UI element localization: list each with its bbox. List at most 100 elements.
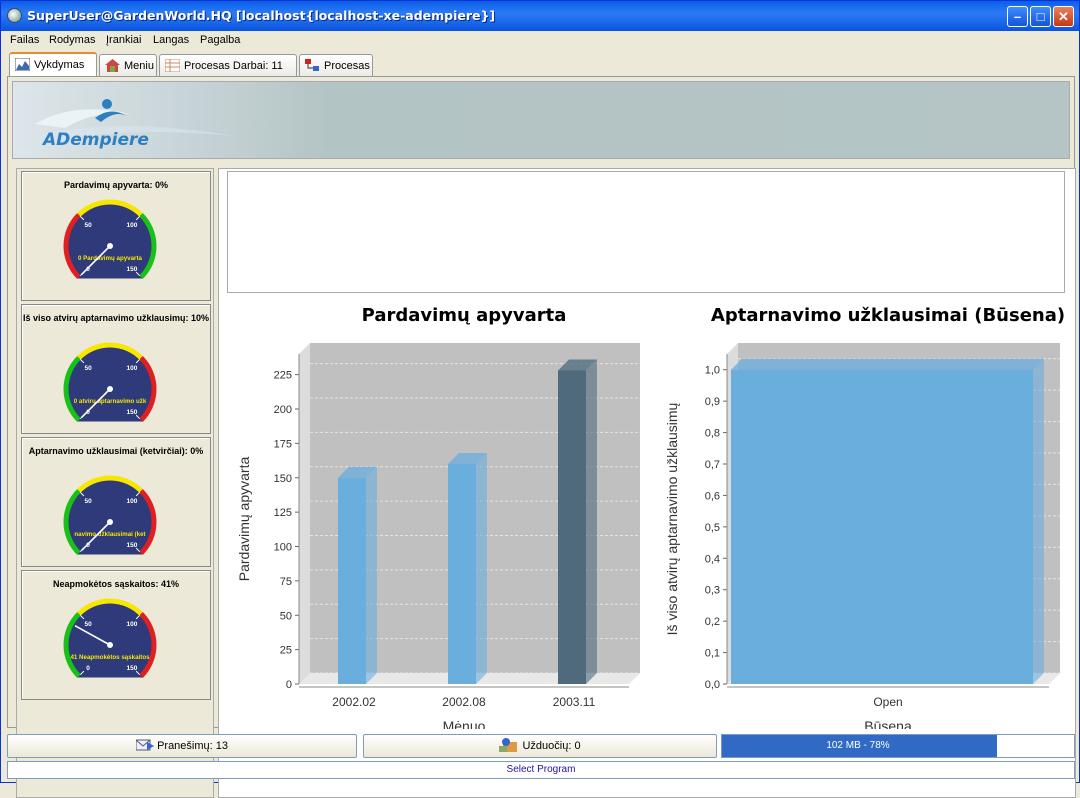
x-tick-label: Open — [873, 695, 902, 709]
status-bar: Pranešimų: 13 Užduočių: 0 102 MB - 78% — [7, 734, 1075, 758]
y-tick-label: 150 — [274, 473, 292, 485]
y-tick-label: 0,9 — [705, 396, 720, 408]
gauge-tick-label: 100 — [126, 621, 137, 628]
gauge-dial: 050 1001500 Pardavimų apyvarta — [63, 199, 157, 279]
bar-side — [1033, 358, 1044, 684]
chart-title: Pardavimų apyvarta — [362, 305, 567, 326]
menu-window[interactable]: Langas — [153, 34, 189, 46]
menu-file[interactable]: Failas — [10, 34, 39, 46]
tab-process-jobs[interactable]: Procesas Darbai: 11 — [159, 54, 297, 76]
menu-bar: Failas Rodymas Įrankiai Langas Pagalba — [1, 31, 1079, 51]
gauge-title: Pardavimų apyvarta: 0% — [63, 180, 169, 190]
gauge-tick-label: 150 — [126, 542, 137, 549]
gauge-pivot — [107, 642, 113, 648]
performance-panel: ADempiere Pardavimų apyvarta: 0% 0 50 100 15… — [7, 76, 1076, 798]
workflow-icon — [305, 59, 319, 71]
charts-canvas: Pardavimų apyvarta 0 25 50 75 100 125 150 175 200… — [236, 305, 1065, 729]
y-tick-label: 75 — [280, 576, 292, 588]
gauge-tick-label: 150 — [126, 266, 137, 273]
tasks-button[interactable]: Užduočių: 0 — [363, 734, 717, 758]
gauge-face — [64, 343, 156, 422]
gauge-pivot — [107, 519, 113, 525]
gauge-dial: 050 1001500 atvirų aptarnavimo užk — [63, 342, 157, 422]
tab-strip: Vykdymas Meniu Procesas Darbai: 11 Proce… — [7, 52, 1077, 77]
title-bar[interactable]: SuperUser@GardenWorld.HQ [localhost{loca… — [1, 1, 1079, 31]
gauge-face — [64, 476, 156, 555]
gauge-value-label: navimo užklausimai (ket — [74, 531, 145, 538]
app-window: SuperUser@GardenWorld.HQ [localhost{loca… — [0, 0, 1080, 798]
y-tick-label: 100 — [274, 542, 292, 554]
bar[interactable] — [338, 477, 366, 684]
gauge-card[interactable]: Iš viso atvirų aptarnavimo užklausimų: 1… — [21, 304, 211, 434]
maximize-button[interactable]: □ — [1030, 6, 1051, 27]
tasks-icon — [499, 738, 518, 752]
status-line: Select Program — [7, 761, 1075, 779]
banner: ADempiere — [12, 81, 1070, 159]
gauge-title: Aptarnavimo užklausimai (ketvirčiai): 0% — [28, 446, 204, 456]
envelope-icon — [135, 739, 154, 751]
y-tick-label: 25 — [280, 645, 292, 657]
app-icon[interactable] — [7, 8, 22, 23]
bar-top — [731, 358, 1044, 370]
chart-title: Aptarnavimo užklausimai (Būsena) — [711, 305, 1065, 326]
gauge-dial: 0 50 100 150 41 Neapmokėtos sąskaitos — [63, 598, 157, 678]
tab-label: Vykdymas — [34, 59, 85, 71]
gauge-value-label: 41 Neapmokėtos sąskaitos — [70, 654, 150, 661]
messages-label: Pranešimų: 13 — [157, 740, 228, 752]
gauge-tick-label: 150 — [126, 409, 137, 416]
close-button[interactable]: ✕ — [1053, 6, 1074, 27]
chart-icon — [15, 58, 30, 71]
y-tick-label: 0,3 — [705, 585, 720, 597]
y-tick-label: 225 — [274, 370, 292, 382]
bar[interactable] — [731, 369, 1033, 684]
tab-menu[interactable]: Meniu — [99, 54, 157, 76]
gauge-tick-label: 50 — [84, 621, 92, 628]
y-axis-label: Iš viso atvirų aptarnavimo užklausimų — [664, 402, 680, 635]
gauge-card[interactable]: Neapmokėtos sąskaitos: 41% 0 50 100 150 41 Ne… — [21, 570, 211, 700]
memory-bar[interactable]: 102 MB - 78% — [721, 734, 1075, 758]
minimize-button[interactable]: – — [1007, 6, 1028, 27]
y-tick-label: 0,0 — [705, 679, 720, 691]
gauge-card[interactable]: Pardavimų apyvarta: 0% 0 50 100 150 0 Pardavi… — [21, 171, 211, 301]
y-tick-label: 0,4 — [705, 553, 720, 565]
tab-label: Meniu — [124, 60, 154, 72]
gauge-panel: Pardavimų apyvarta: 0% 0 50 100 150 0 Pardavi… — [16, 168, 214, 798]
window-title: SuperUser@GardenWorld.HQ [localhost{loca… — [27, 8, 496, 23]
tab-process[interactable]: Procesas — [299, 54, 373, 76]
memory-label: 102 MB - 78% — [826, 740, 890, 751]
gauge-tick-label: 150 — [126, 665, 137, 672]
y-axis-label: Pardavimų apyvarta — [236, 457, 252, 582]
y-tick-label: 0,1 — [705, 648, 720, 660]
gauge-face — [64, 200, 156, 279]
gauge-tick-label: 50 — [84, 498, 92, 505]
gauge-face — [64, 599, 156, 678]
menu-help[interactable]: Pagalba — [200, 34, 240, 46]
bar[interactable] — [448, 464, 476, 684]
tasks-label: Užduočių: 0 — [522, 740, 581, 752]
tab-label: Procesas — [324, 60, 370, 72]
y-tick-label: 0 — [286, 679, 292, 691]
home-icon — [105, 59, 120, 72]
x-axis-label: Mėnuo — [443, 718, 486, 729]
menu-tools[interactable]: Įrankiai — [106, 34, 141, 46]
bar-side — [476, 453, 487, 684]
y-tick-label: 125 — [274, 507, 292, 519]
tab-performance[interactable]: Vykdymas — [9, 52, 97, 77]
bar[interactable] — [558, 370, 586, 685]
gauge-dial: 050 100150navimo užklausimai (ket — [63, 475, 157, 555]
menu-view[interactable]: Rodymas — [49, 34, 95, 46]
y-tick-label: 200 — [274, 404, 292, 416]
x-axis-label: Būsena — [864, 718, 912, 729]
chart-panel: Pardavimų apyvarta 0 25 50 75 100 125 150 175 200… — [218, 168, 1076, 798]
gauge-card[interactable]: Aptarnavimo užklausimai (ketvirčiai): 0%… — [21, 437, 211, 567]
gauge-value-label: 0 atvirų aptarnavimo užk — [74, 398, 147, 405]
gauge-value-label: 0 Pardavimų apyvarta — [78, 255, 143, 262]
logo-text: ADempiere — [43, 130, 149, 150]
y-tick-label: 0,7 — [705, 459, 720, 471]
messages-button[interactable]: Pranešimų: 13 — [7, 734, 357, 758]
bar-chart: Aptarnavimo užklausimai (Būsena) 0,0 0,1 0,… — [664, 305, 1065, 729]
bar-chart: Pardavimų apyvarta 0 25 50 75 100 125 150 175 200… — [236, 305, 640, 729]
y-tick-label: 50 — [280, 610, 292, 622]
goal-detail-area — [227, 171, 1065, 293]
y-tick-label: 0,6 — [705, 490, 720, 502]
